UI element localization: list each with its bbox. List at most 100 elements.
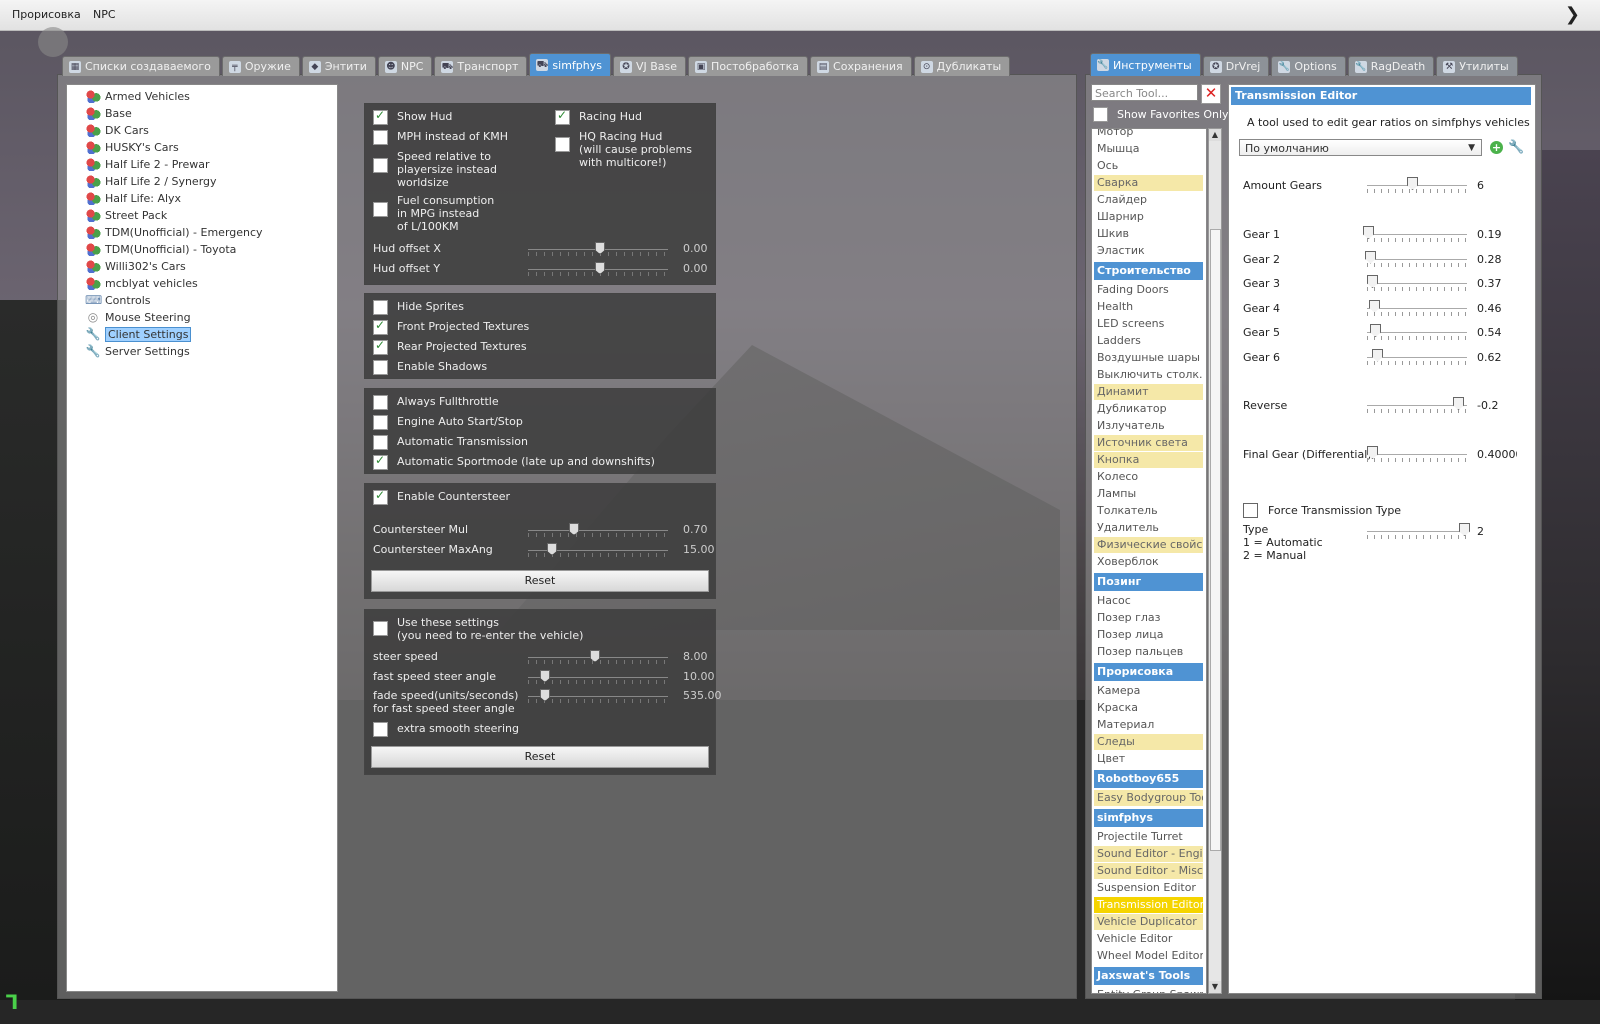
tool-item[interactable]: Толкатель <box>1094 503 1203 519</box>
tab-utilities[interactable]: ⚒ Утилиты <box>1436 56 1518 76</box>
search-tool-input[interactable]: Search Tool... <box>1091 84 1198 101</box>
racing-hud-checkbox[interactable] <box>555 108 570 125</box>
tree-item[interactable]: TDM(Unofficial) - Toyota <box>85 241 236 257</box>
tree-item[interactable]: Armed Vehicles <box>85 88 190 104</box>
tab-ragdeath[interactable]: 🔧 RagDeath <box>1347 56 1435 76</box>
tool-item[interactable]: Fading Doors <box>1094 282 1203 298</box>
extra-smooth-checkbox[interactable] <box>373 722 388 737</box>
tool-item[interactable]: Эластик <box>1094 243 1203 259</box>
tool-item[interactable]: Выключить столк... <box>1094 367 1203 383</box>
countersteer-reset-button[interactable]: Reset <box>371 570 709 592</box>
use-settings-checkbox[interactable] <box>373 621 388 636</box>
tab-drvrej[interactable]: ✪ DrVrej <box>1202 56 1270 76</box>
tool-item[interactable]: Излучатель <box>1094 418 1203 434</box>
tab-npc[interactable]: ☻ NPC <box>377 56 433 76</box>
tool-item[interactable]: Easy Bodygroup Tool <box>1094 790 1203 806</box>
tab-spawnlists[interactable]: ▦ Списки создаваемого <box>62 56 220 76</box>
menu-item-npc[interactable]: NPC <box>93 8 116 21</box>
menu-item-render[interactable]: Прорисовка <box>12 8 81 21</box>
rear-textures-option[interactable]: Rear Projected Textures <box>373 338 527 355</box>
tree-item[interactable]: mcblyat vehicles <box>85 275 198 291</box>
tool-item[interactable]: Удалитель <box>1094 520 1203 536</box>
tab-entities[interactable]: ◆ Энтити <box>301 56 376 76</box>
tree-item[interactable]: Willi302's Cars <box>85 258 186 274</box>
tool-item[interactable]: Мышца <box>1094 141 1203 157</box>
hq-racing-hud-option[interactable]: HQ Racing Hud (will cause problems with … <box>555 130 692 169</box>
tool-item[interactable]: Wheel Model Editor <box>1094 948 1203 964</box>
tool-item[interactable]: Шкив <box>1094 226 1203 242</box>
hud-offset-x-slider[interactable]: Hud offset X 0.00 <box>373 241 708 257</box>
hide-sprites-checkbox[interactable] <box>373 300 388 315</box>
tree-item[interactable]: Base <box>85 105 132 121</box>
tool-item[interactable]: Дубликатор <box>1094 401 1203 417</box>
gear-5-slider[interactable]: Gear 5 0.54 <box>1243 324 1523 342</box>
preset-dropdown[interactable]: По умолчанию ▼ <box>1239 139 1482 156</box>
tree-item-server-settings[interactable]: 🔧 Server Settings <box>85 343 190 359</box>
tool-item[interactable]: Entity Group Spawner <box>1094 987 1203 993</box>
tool-item[interactable]: Динамит <box>1094 384 1203 400</box>
auto-sport-checkbox[interactable] <box>373 453 388 470</box>
fullthrottle-checkbox[interactable] <box>373 395 388 410</box>
tab-options[interactable]: 🔧 Options <box>1271 56 1346 76</box>
tool-item[interactable]: Источник света <box>1094 435 1203 451</box>
racing-hud-option[interactable]: Racing Hud <box>555 108 642 125</box>
tool-item[interactable]: Следы <box>1094 734 1203 750</box>
tree-item[interactable]: Half Life 2 / Synergy <box>85 173 217 189</box>
tab-weapons[interactable]: ╤ Оружие <box>221 56 300 76</box>
fade-speed-slider[interactable]: fade speed(units/seconds) for fast speed… <box>373 688 722 718</box>
tab-tools[interactable]: 🔧 Инструменты <box>1090 53 1201 76</box>
mph-checkbox[interactable] <box>373 130 388 145</box>
fast-angle-slider[interactable]: fast speed steer angle 10.00 <box>373 669 715 685</box>
tab-dupes[interactable]: ⊙ Дубликаты <box>913 56 1011 76</box>
tab-vjbase[interactable]: ✪ VJ Base <box>612 56 687 76</box>
tool-item[interactable]: Цвет <box>1094 751 1203 767</box>
tool-category[interactable]: Позинг <box>1094 573 1203 591</box>
auto-start-option[interactable]: Engine Auto Start/Stop <box>373 415 523 430</box>
tool-item[interactable]: Кнопка <box>1094 452 1203 468</box>
tool-category[interactable]: Robotboy655 <box>1094 770 1203 788</box>
chevron-right-icon[interactable]: ❯ <box>1565 4 1580 25</box>
tree-item[interactable]: TDM(Unofficial) - Emergency <box>85 224 263 240</box>
tool-category[interactable]: Строительство <box>1094 262 1203 280</box>
hq-racing-hud-checkbox[interactable] <box>555 137 570 152</box>
tool-item[interactable]: Vehicle Duplicator <box>1094 914 1203 930</box>
tool-item[interactable]: Лампы <box>1094 486 1203 502</box>
tool-item[interactable]: Слайдер <box>1094 192 1203 208</box>
auto-start-checkbox[interactable] <box>373 415 388 430</box>
scroll-up-icon[interactable]: ▲ <box>1209 129 1221 141</box>
tool-item[interactable]: Sound Editor - Engine <box>1094 846 1203 862</box>
tool-item[interactable]: Материал <box>1094 717 1203 733</box>
gear-1-slider[interactable]: Gear 1 0.19 <box>1243 226 1523 244</box>
tab-saves[interactable]: ▤ Сохранения <box>810 56 912 76</box>
gear-6-slider[interactable]: Gear 6 0.62 <box>1243 348 1523 367</box>
tree-item[interactable]: Half Life 2 - Prewar <box>85 156 209 172</box>
steering-reset-button[interactable]: Reset <box>371 746 709 768</box>
auto-sport-option[interactable]: Automatic Sportmode (late up and downshi… <box>373 453 655 470</box>
tool-item[interactable]: Воздушные шары <box>1094 350 1203 366</box>
hud-offset-y-slider[interactable]: Hud offset Y 0.00 <box>373 261 708 277</box>
gear-3-slider[interactable]: Gear 3 0.37 <box>1243 275 1523 293</box>
fuel-mpg-checkbox[interactable] <box>373 202 388 217</box>
tab-postprocess[interactable]: ▣ Постобработка <box>688 56 809 76</box>
tool-item[interactable]: Насос <box>1094 593 1203 609</box>
countersteer-mul-slider[interactable]: Countersteer Mul 0.70 <box>373 522 708 538</box>
tool-item[interactable]: Позер глаз <box>1094 610 1203 626</box>
tree-item[interactable]: HUSKY's Cars <box>85 139 179 155</box>
tool-item[interactable]: Ховерблок <box>1094 554 1203 570</box>
scroll-down-icon[interactable]: ▼ <box>1209 981 1221 993</box>
tool-item[interactable]: Позер лица <box>1094 627 1203 643</box>
countersteer-option[interactable]: Enable Countersteer <box>373 488 510 505</box>
tool-item[interactable]: Физические свойс... <box>1094 537 1203 553</box>
gear-4-slider[interactable]: Gear 4 0.46 <box>1243 299 1523 318</box>
tool-item[interactable]: Projectile Turret <box>1094 829 1203 845</box>
tree-item[interactable]: Half Life: Alyx <box>85 190 181 206</box>
force-type-checkbox[interactable] <box>1243 503 1258 518</box>
show-hud-option[interactable]: Show Hud <box>373 108 452 125</box>
auto-trans-option[interactable]: Automatic Transmission <box>373 435 528 450</box>
tool-item[interactable]: Sound Editor - Misc <box>1094 863 1203 879</box>
front-textures-checkbox[interactable] <box>373 318 388 335</box>
mph-option[interactable]: MPH instead of KMH <box>373 130 508 145</box>
gear-2-slider[interactable]: Gear 2 0.28 <box>1243 250 1523 269</box>
tool-item[interactable]: Шарнир <box>1094 209 1203 225</box>
type-slider[interactable]: 2 <box>1243 523 1523 541</box>
